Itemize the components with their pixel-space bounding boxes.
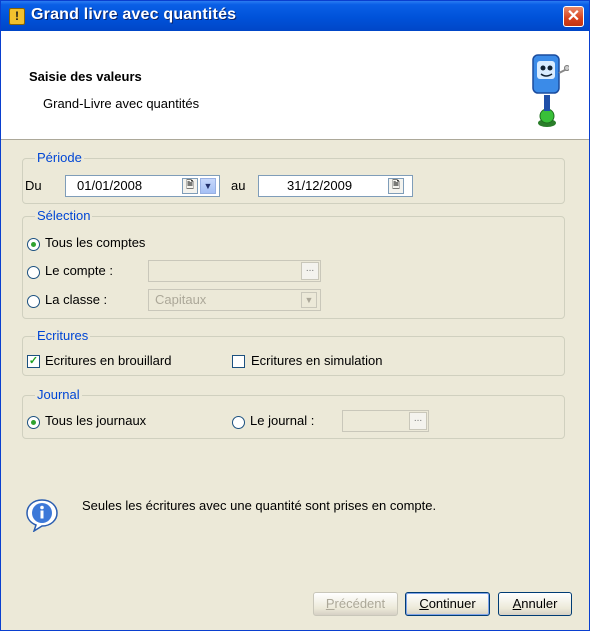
radio-all-journals[interactable]: [27, 416, 40, 429]
continue-label: ontinuer: [428, 596, 476, 611]
cancel-button[interactable]: Annuler: [498, 592, 572, 616]
wizard-mascot-icon: [532, 54, 569, 127]
continue-access-key: C: [419, 596, 429, 611]
date-to-field[interactable]: 31/12/2009 🗎: [258, 175, 413, 197]
ellipsis-icon[interactable]: ...: [301, 262, 319, 280]
header-title: Saisie des valeurs: [29, 69, 142, 84]
dialog-window: ! Grand livre avec quantités ✕ Saisie de…: [0, 0, 590, 631]
journal-field[interactable]: ...: [342, 410, 429, 432]
chevron-down-icon[interactable]: ▼: [200, 178, 216, 194]
journal-legend: Journal: [35, 387, 82, 402]
date-to-value: 31/12/2009: [287, 178, 353, 193]
header-subtitle: Grand-Livre avec quantités: [43, 96, 200, 111]
radio-all-accounts[interactable]: [27, 238, 40, 251]
date-from-value: 01/01/2008: [77, 178, 143, 193]
label-all-accounts: Tous les comptes: [45, 235, 146, 250]
app-warning-icon: !: [9, 8, 25, 25]
class-value: Capitaux: [155, 292, 207, 307]
ellipsis-icon[interactable]: ...: [409, 412, 427, 430]
au-label: au: [231, 178, 246, 193]
continue-button[interactable]: Continuer: [405, 592, 490, 616]
wizard-header: Saisie des valeurs Grand-Livre avec quan…: [1, 31, 589, 140]
checkbox-simulation[interactable]: [232, 355, 245, 368]
label-account: Le compte :: [45, 263, 113, 278]
label-class: La classe :: [45, 292, 108, 307]
account-field[interactable]: ...: [148, 260, 321, 282]
info-bubble-icon: [26, 499, 58, 532]
radio-class[interactable]: [27, 295, 40, 308]
label-all-journals: Tous les journaux: [45, 413, 147, 428]
periode-legend: Période: [35, 150, 84, 165]
previous-access-key: P: [325, 596, 335, 611]
label-journal: Le journal :: [250, 413, 315, 428]
info-message: Seules les écritures avec une quantité s…: [82, 498, 437, 513]
calendar-icon[interactable]: 🗎: [182, 178, 198, 194]
previous-button[interactable]: Précédent: [313, 592, 398, 616]
calendar-icon[interactable]: 🗎: [388, 178, 404, 194]
previous-label: récédent: [334, 596, 386, 611]
checkbox-draft[interactable]: ✓: [27, 355, 40, 368]
ecritures-legend: Ecritures: [35, 328, 91, 343]
cancel-access-key: A: [512, 596, 522, 611]
du-label: Du: [25, 178, 42, 193]
radio-journal[interactable]: [232, 416, 245, 429]
selection-legend: Sélection: [35, 208, 93, 223]
label-simulation: Ecritures en simulation: [251, 353, 383, 368]
label-draft: Ecritures en brouillard: [45, 353, 172, 368]
chevron-down-icon[interactable]: ▼: [301, 292, 317, 308]
title-bar[interactable]: ! Grand livre avec quantités ✕: [1, 1, 589, 31]
class-select[interactable]: Capitaux ▼: [148, 289, 321, 311]
radio-account[interactable]: [27, 266, 40, 279]
date-from-field[interactable]: 01/01/2008 🗎 ▼: [65, 175, 220, 197]
window-title: Grand livre avec quantités: [31, 6, 237, 23]
cancel-label: nnuler: [521, 596, 558, 611]
close-button[interactable]: ✕: [563, 6, 584, 27]
